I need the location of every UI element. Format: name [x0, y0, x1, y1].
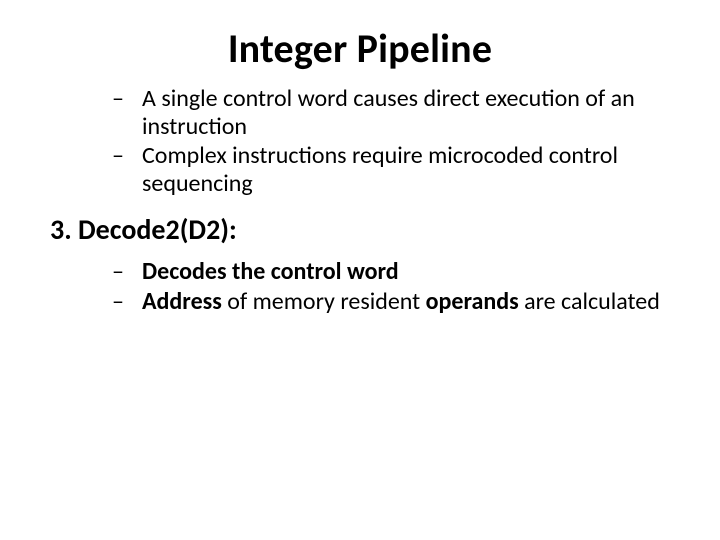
page-title: Integer Pipeline — [50, 24, 670, 73]
top-bullet-list: A single control word causes direct exec… — [50, 85, 670, 198]
bullet-item: Address of memory resident operands are … — [112, 287, 670, 316]
bullet-text: are calculated — [519, 287, 660, 316]
bullet-item: Complex instructions require microcoded … — [112, 142, 670, 199]
section-heading: 3. Decode2(D2): — [50, 212, 670, 247]
bullet-text-bold: operands — [426, 287, 519, 316]
slide: Integer Pipeline A single control word c… — [0, 0, 720, 540]
bottom-bullet-list: Decodes the control word Address of memo… — [50, 257, 670, 316]
bullet-text: of memory resident — [222, 287, 426, 316]
bullet-text-bold: Address — [142, 287, 222, 316]
bullet-item: Decodes the control word — [112, 257, 670, 286]
bullet-text: Decodes the control word — [142, 257, 399, 286]
bullet-item: A single control word causes direct exec… — [112, 85, 670, 142]
